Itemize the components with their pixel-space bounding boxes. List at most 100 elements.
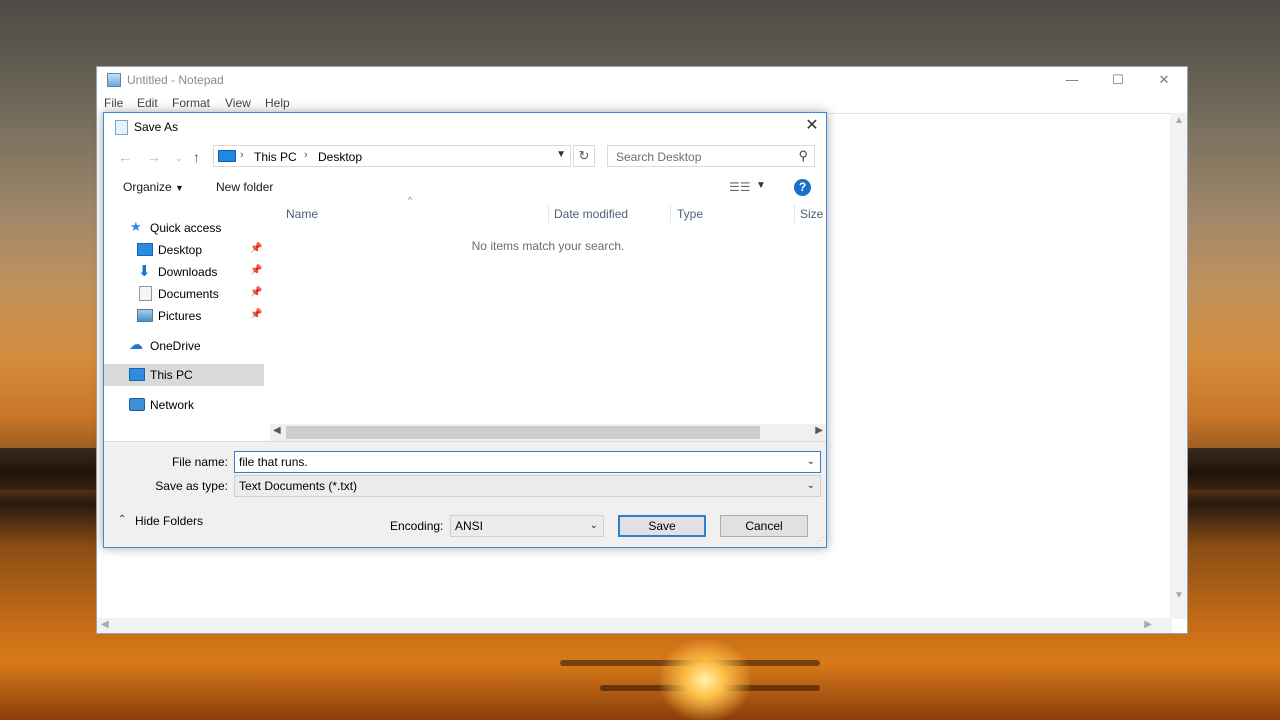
breadcrumb-separator-icon: › <box>304 149 308 161</box>
file-name-field[interactable]: file that runs. ⌄ <box>234 451 821 473</box>
menu-edit[interactable]: Edit <box>137 96 158 110</box>
chevron-down-icon[interactable]: ▼ <box>556 149 566 160</box>
notepad-horizontal-scrollbar[interactable]: ◀ ▶ <box>97 618 1172 633</box>
scrollbar-thumb[interactable] <box>286 426 760 439</box>
notepad-icon <box>107 73 121 87</box>
notepad-vertical-scrollbar[interactable]: ▲ ▼ <box>1170 113 1187 619</box>
sidebar-item-label: Network <box>150 398 195 412</box>
breadcrumb-desktop[interactable]: Desktop <box>318 150 362 164</box>
wallpaper-sun-reflection <box>660 640 750 720</box>
file-name-value: file that runs. <box>239 455 308 469</box>
notepad-titlebar[interactable]: Untitled - Notepad — ☐ ✕ <box>97 67 1187 93</box>
pin-icon[interactable]: 📌 <box>250 287 262 298</box>
save-as-dialog: Save As ✕ ← → ⌄ ↑ › This PC › Desktop ▼ … <box>103 112 827 548</box>
minimize-button[interactable]: — <box>1049 71 1095 93</box>
back-arrow-icon[interactable]: ← <box>118 149 132 165</box>
column-divider[interactable] <box>794 205 795 223</box>
save-as-type-label: Save as type: <box>155 479 228 493</box>
column-header-size[interactable]: Size <box>800 207 823 221</box>
menu-help[interactable]: Help <box>265 96 290 110</box>
recent-locations-chevron-icon[interactable]: ⌄ <box>175 153 183 164</box>
sidebar-item-downloads[interactable]: ⬇ Downloads 📌 <box>104 261 264 283</box>
computer-icon <box>218 150 236 162</box>
address-bar[interactable]: › This PC › Desktop ▼ <box>213 145 571 167</box>
notepad-title: Untitled - Notepad <box>127 73 224 87</box>
scroll-left-icon[interactable]: ◀ <box>273 425 281 436</box>
sidebar-item-quick-access[interactable]: ★ Quick access <box>104 217 264 239</box>
file-list: ^ Name Date modified Type Size No items … <box>270 195 826 425</box>
resize-grip-icon[interactable]: ⋰ <box>816 536 824 545</box>
notepad-file-icon <box>115 120 128 135</box>
hide-folders-label: Hide Folders <box>135 514 204 528</box>
sidebar-item-this-pc[interactable]: This PC <box>104 364 264 386</box>
menu-view[interactable]: View <box>225 96 251 110</box>
column-divider[interactable] <box>670 205 671 223</box>
menu-file[interactable]: File <box>104 96 123 110</box>
search-icon[interactable]: ⚲ <box>798 148 808 164</box>
dialog-titlebar[interactable]: Save As ✕ <box>104 113 826 141</box>
new-folder-button[interactable]: New folder <box>216 180 273 194</box>
chevron-down-icon: ▼ <box>175 183 184 193</box>
network-icon <box>129 398 145 411</box>
computer-icon <box>129 368 145 381</box>
save-options-panel: File name: file that runs. ⌄ Save as typ… <box>104 441 826 547</box>
dialog-title: Save As <box>134 120 179 134</box>
view-options-chevron-icon[interactable]: ▼ <box>756 180 766 191</box>
pin-icon[interactable]: 📌 <box>250 265 262 276</box>
file-name-label: File name: <box>171 455 228 469</box>
scroll-right-icon[interactable]: ▶ <box>815 425 823 436</box>
search-placeholder: Search Desktop <box>616 150 702 164</box>
details-view-icon[interactable]: ☰☰ <box>729 180 751 194</box>
close-button[interactable]: ✕ <box>1141 71 1187 93</box>
file-list-horizontal-scrollbar[interactable]: ◀ ▶ <box>270 424 826 441</box>
column-header-name[interactable]: Name <box>286 207 318 221</box>
save-button[interactable]: Save <box>618 515 706 537</box>
sidebar-item-onedrive[interactable]: ☁ OneDrive <box>104 335 264 357</box>
encoding-value: ANSI <box>455 519 484 533</box>
scroll-right-icon[interactable]: ▶ <box>1144 619 1152 630</box>
cancel-button[interactable]: Cancel <box>720 515 808 537</box>
help-icon[interactable]: ? <box>794 179 811 196</box>
dialog-close-button[interactable]: ✕ <box>802 116 822 136</box>
breadcrumb-this-pc[interactable]: This PC <box>254 150 297 164</box>
column-header-type[interactable]: Type <box>677 207 703 221</box>
organize-label: Organize <box>123 180 172 194</box>
organize-button[interactable]: Organize ▼ <box>123 180 184 194</box>
save-as-type-select[interactable]: Text Documents (*.txt) ⌄ <box>234 475 821 497</box>
star-icon: ★ <box>130 219 142 234</box>
column-header-date-modified[interactable]: Date modified <box>554 207 628 221</box>
sort-ascending-icon: ^ <box>408 195 413 205</box>
document-icon <box>139 286 152 301</box>
sidebar-item-pictures[interactable]: Pictures 📌 <box>104 305 264 327</box>
refresh-button[interactable]: ↻ <box>573 145 595 167</box>
chevron-down-icon[interactable]: ⌄ <box>807 456 815 467</box>
sidebar-item-desktop[interactable]: Desktop 📌 <box>104 239 264 261</box>
sidebar-item-label: Quick access <box>150 221 222 235</box>
sidebar-item-documents[interactable]: Documents 📌 <box>104 283 264 305</box>
search-box[interactable]: Search Desktop ⚲ <box>607 145 815 167</box>
sidebar-item-label: Documents <box>158 287 219 301</box>
encoding-select[interactable]: ANSI ⌄ <box>450 515 604 537</box>
scroll-down-icon[interactable]: ▼ <box>1174 590 1184 601</box>
sidebar-item-label: OneDrive <box>150 339 201 353</box>
picture-icon <box>137 309 153 322</box>
sidebar-item-label: Downloads <box>158 265 218 279</box>
pin-icon[interactable]: 📌 <box>250 309 262 320</box>
maximize-button[interactable]: ☐ <box>1095 71 1141 93</box>
chevron-down-icon: ⌄ <box>589 520 598 531</box>
sidebar-item-label: Pictures <box>158 309 202 323</box>
scroll-left-icon[interactable]: ◀ <box>101 619 109 630</box>
menu-format[interactable]: Format <box>172 96 210 110</box>
download-arrow-icon: ⬇ <box>138 263 151 280</box>
pin-icon[interactable]: 📌 <box>250 243 262 254</box>
save-as-type-value: Text Documents (*.txt) <box>239 479 358 493</box>
sidebar-item-label: Desktop <box>158 243 203 257</box>
sidebar-item-label: This PC <box>150 368 193 382</box>
up-arrow-icon[interactable]: ↑ <box>193 149 200 165</box>
navigation-pane: ★ Quick access Desktop 📌 ⬇ Downloads 📌 D… <box>104 203 266 425</box>
column-divider[interactable] <box>548 205 549 223</box>
forward-arrow-icon[interactable]: → <box>147 149 161 165</box>
scroll-up-icon[interactable]: ▲ <box>1174 115 1184 126</box>
notepad-menubar: File Edit Format View Help <box>97 93 1187 113</box>
sidebar-item-network[interactable]: Network <box>104 394 264 416</box>
